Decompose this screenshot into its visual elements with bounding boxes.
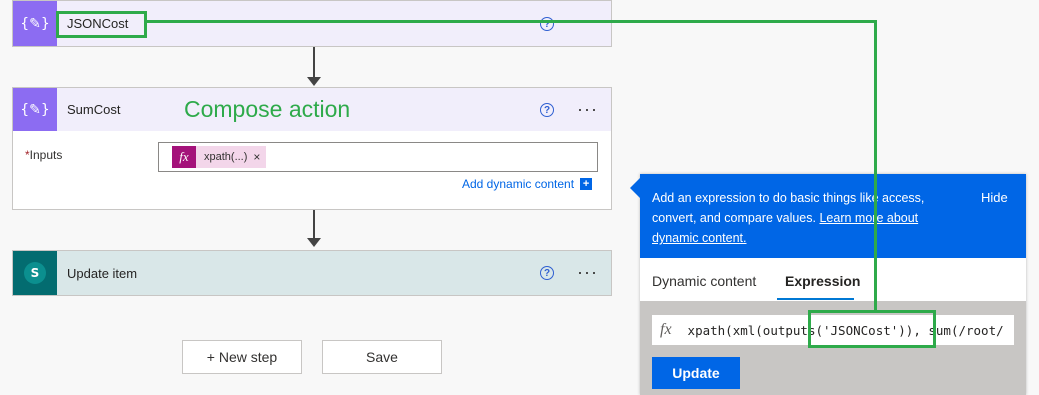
arrow-down-icon [307, 238, 321, 247]
fx-icon: fx [172, 146, 196, 168]
panel-pointer [630, 178, 640, 198]
highlight-connector-line [874, 20, 877, 312]
save-button[interactable]: Save [322, 340, 442, 374]
add-dynamic-content-label[interactable]: Add dynamic content [462, 177, 574, 191]
compose-action-annotation: Compose action [184, 96, 351, 122]
more-options-icon[interactable]: ··· [577, 263, 598, 281]
hide-button[interactable]: Hide [981, 190, 1008, 205]
highlight-box-jsoncost [56, 11, 147, 38]
more-options-icon[interactable]: ··· [577, 100, 598, 118]
card-title[interactable]: Update item [67, 266, 137, 281]
update-button[interactable]: Update [652, 357, 740, 389]
compose-card-sumcost[interactable]: {✎} SumCost Compose action ? ··· *Inputs… [12, 87, 612, 210]
highlight-box-expression [808, 310, 936, 348]
card-title[interactable]: SumCost [67, 102, 120, 117]
add-icon[interactable]: + [580, 178, 593, 190]
card-header[interactable]: S Update item [13, 251, 611, 295]
inputs-label: *Inputs [25, 148, 62, 162]
help-icon[interactable]: ? [540, 266, 554, 280]
inputs-field[interactable]: fx xpath(...) × [158, 142, 598, 172]
sharepoint-logo-icon: S [24, 262, 46, 284]
new-step-button[interactable]: + New step [182, 340, 302, 374]
compose-icon: {✎} [13, 88, 57, 131]
arrow-down-icon [307, 77, 321, 86]
info-text-line: convert, and compare values. [652, 211, 816, 225]
add-dynamic-content-link[interactable]: Add dynamic content + [462, 177, 593, 191]
highlight-connector-line [147, 20, 877, 23]
inputs-label-text: Inputs [29, 148, 63, 162]
fx-icon: fx [660, 321, 672, 338]
compose-icon: {✎} [13, 1, 57, 46]
connector-line [313, 47, 315, 77]
sharepoint-icon: S [13, 251, 57, 295]
learn-more-link-cont[interactable]: dynamic content. [652, 228, 962, 248]
panel-info-header: Add an expression to do basic things lik… [640, 174, 1026, 258]
help-icon[interactable]: ? [540, 103, 554, 117]
tab-dynamic-content[interactable]: Dynamic content [652, 273, 756, 289]
token-remove-icon[interactable]: × [253, 150, 266, 164]
info-text-line: Add an expression to do basic things lik… [652, 191, 925, 205]
update-item-card[interactable]: S Update item ? ··· [12, 250, 612, 296]
info-text: Add an expression to do basic things lik… [652, 188, 962, 248]
tab-expression[interactable]: Expression [785, 273, 860, 289]
expression-token[interactable]: fx xpath(...) × [172, 146, 267, 168]
active-tab-indicator [777, 298, 854, 300]
learn-more-link[interactable]: Learn more about [819, 211, 918, 225]
connector-line [313, 210, 315, 238]
dynamic-content-panel[interactable]: Add an expression to do basic things lik… [630, 174, 1026, 395]
token-label: xpath(...) [204, 151, 248, 163]
